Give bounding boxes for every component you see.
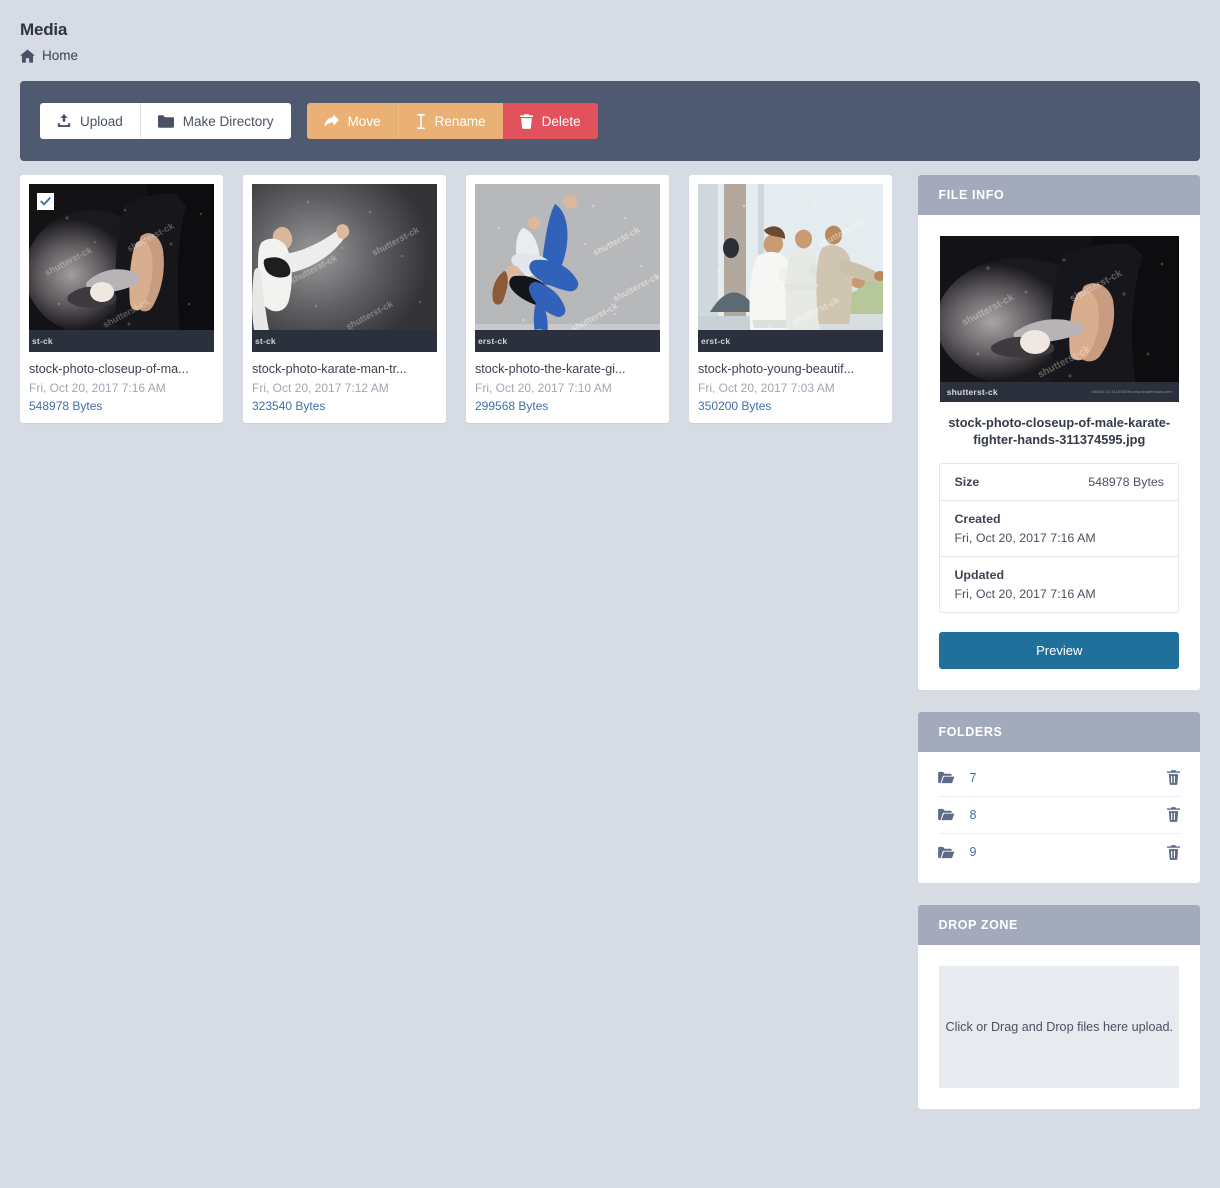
file-thumbnail[interactable]: shutterst-ck shutterst-ck shutterst-ck e… [475,184,660,352]
preview-image-code: IMAGE ID 311374595 www.shutterstock.com [1091,389,1172,395]
file-info-table: Size 548978 Bytes Created Fri, Oct 20, 2… [939,462,1179,613]
breadcrumb-home-link[interactable]: Home [42,48,78,63]
file-info-value: 548978 Bytes [1088,474,1164,489]
file-name: stock-photo-the-karate-gi... [475,362,626,376]
page-title: Media [20,20,68,39]
rename-button[interactable]: Rename [397,103,503,139]
breadcrumb: Home [20,48,1200,63]
open-folder-icon[interactable] [938,771,955,784]
folder-name[interactable]: 8 [969,808,1153,822]
media-manager-page: Media Home Upload Make Directory Move Re… [0,0,1220,1129]
file-thumbnail[interactable]: shutterst-ck shutterst-ck shutterst-ck s… [252,184,437,352]
rename-label: Rename [434,113,486,129]
preview-watermark-label: shutterst-ck [946,387,998,397]
file-actions-group: Upload Make Directory [40,103,291,139]
thumbnail-image-karate-girl-blue: shutterst-ck shutterst-ck shutterst-ck [475,184,660,352]
file-name: stock-photo-karate-man-tr... [252,362,407,376]
folders-panel-title: FOLDERS [918,711,1200,752]
upload-button[interactable]: Upload [40,103,140,139]
delete-label: Delete [541,113,581,129]
watermark-label: st-ck [32,336,53,346]
folders-list: 7 8 9 [918,752,1200,883]
thumbnail-image-karate-kids-class: shutterst-ck shutterst-ck [698,184,883,352]
drop-zone-area[interactable]: Click or Drag and Drop files here upload… [939,965,1179,1088]
file-thumbnail[interactable]: shutterst-ck shutterst-ck shutterst-ck s… [29,184,214,352]
file-info-row-size: Size 548978 Bytes [940,464,1178,501]
drop-zone-panel-title: DROP ZONE [918,904,1200,945]
folder-name[interactable]: 7 [969,771,1153,785]
file-info-panel-title: FILE INFO [918,175,1200,215]
move-button[interactable]: Move [306,103,398,139]
file-date: Fri, Oct 20, 2017 7:03 AM [698,381,835,395]
file-info-value: Fri, Oct 20, 2017 7:16 AM [954,586,1096,601]
file-grid: shutterst-ck shutterst-ck shutterst-ck s… [20,175,900,423]
arrow-share-icon [324,114,339,128]
selection-actions-group: Move Rename Delete [306,103,598,139]
file-info-preview-image: shutterst-ck shutterst-ck shutterst-ck s… [939,236,1179,402]
file-thumbnail[interactable]: shutterst-ck shutterst-ck erst-ck [698,184,883,352]
thumbnail-watermark-bar: st-ck [252,330,437,352]
folder-delete-trash-icon[interactable] [1167,844,1180,860]
text-cursor-icon [416,113,426,129]
thumbnail-watermark-bar: erst-ck [698,330,883,352]
watermark-label: erst-ck [701,336,731,346]
open-folder-icon[interactable] [938,846,955,859]
file-card[interactable]: shutterst-ck shutterst-ck erst-ck stock-… [689,175,892,423]
file-info-key: Updated [954,567,1005,582]
file-info-row-created: Created Fri, Oct 20, 2017 7:16 AM [940,501,1178,557]
upload-label: Upload [80,113,123,129]
watermark-label: erst-ck [478,336,508,346]
file-info-key: Created [954,511,1001,526]
folder-delete-trash-icon[interactable] [1167,770,1180,785]
sidebar: FILE INFO shutterst-ck shutterst-ck shut… [918,175,1200,1109]
folders-panel: FOLDERS 7 8 9 [918,711,1200,883]
delete-button[interactable]: Delete [502,103,598,139]
file-size[interactable]: 350200 Bytes [698,399,883,413]
folder-delete-trash-icon[interactable] [1167,807,1180,822]
file-card[interactable]: shutterst-ck shutterst-ck shutterst-ck s… [243,175,446,423]
upload-icon [57,114,71,128]
trash-icon [519,113,533,129]
file-date: Fri, Oct 20, 2017 7:16 AM [29,381,166,395]
file-info-panel: FILE INFO shutterst-ck shutterst-ck shut… [918,175,1200,690]
thumbnail-image-karate-man-kick: shutterst-ck shutterst-ck shutterst-ck [252,184,437,352]
file-select-checkbox[interactable] [37,193,54,210]
file-info-filename: stock-photo-closeup-of-male-karate-fight… [948,415,1171,448]
drop-zone-body: Click or Drag and Drop files here upload… [918,945,1200,1109]
action-toolbar: Upload Make Directory Move Rename Delete [20,81,1200,161]
preview-watermark-bar: shutterst-ck IMAGE ID 311374595 www.shut… [939,382,1179,402]
folder-list-item[interactable]: 9 [938,834,1180,871]
drop-zone-panel: DROP ZONE Click or Drag and Drop files h… [918,904,1200,1109]
file-info-key: Size [954,474,980,489]
file-size[interactable]: 323540 Bytes [252,399,437,413]
drop-zone-message: Click or Drag and Drop files here upload… [945,1019,1173,1034]
file-date: Fri, Oct 20, 2017 7:10 AM [475,381,612,395]
file-info-body: shutterst-ck shutterst-ck shutterst-ck s… [918,215,1200,690]
open-folder-icon[interactable] [938,808,955,821]
file-size[interactable]: 548978 Bytes [29,399,214,413]
file-date: Fri, Oct 20, 2017 7:12 AM [252,381,389,395]
file-size[interactable]: 299568 Bytes [475,399,660,413]
thumbnail-watermark-bar: erst-ck [475,330,660,352]
thumbnail-watermark-bar: st-ck [29,330,214,352]
content-area: shutterst-ck shutterst-ck shutterst-ck s… [20,175,1200,1109]
move-label: Move [347,113,381,129]
folder-list-item[interactable]: 7 [938,760,1180,797]
file-info-row-updated: Updated Fri, Oct 20, 2017 7:16 AM [940,557,1178,612]
make-directory-label: Make Directory [182,113,274,129]
make-directory-button[interactable]: Make Directory [139,103,291,139]
preview-image-karate-hands-dark: shutterst-ck shutterst-ck shutterst-ck [939,236,1179,402]
file-card[interactable]: shutterst-ck shutterst-ck shutterst-ck s… [20,175,223,423]
file-name: stock-photo-young-beautif... [698,362,855,376]
file-info-value: Fri, Oct 20, 2017 7:16 AM [954,530,1096,545]
preview-button[interactable]: Preview [939,631,1179,669]
folder-list-item[interactable]: 8 [938,797,1180,834]
folder-name[interactable]: 9 [969,845,1153,859]
file-card[interactable]: shutterst-ck shutterst-ck shutterst-ck e… [466,175,669,423]
thumbnail-image-karate-hands-dark: shutterst-ck shutterst-ck shutterst-ck [29,184,214,352]
folder-icon [157,114,174,128]
home-icon [20,48,35,63]
watermark-label: st-ck [255,336,276,346]
file-name: stock-photo-closeup-of-ma... [29,362,189,376]
